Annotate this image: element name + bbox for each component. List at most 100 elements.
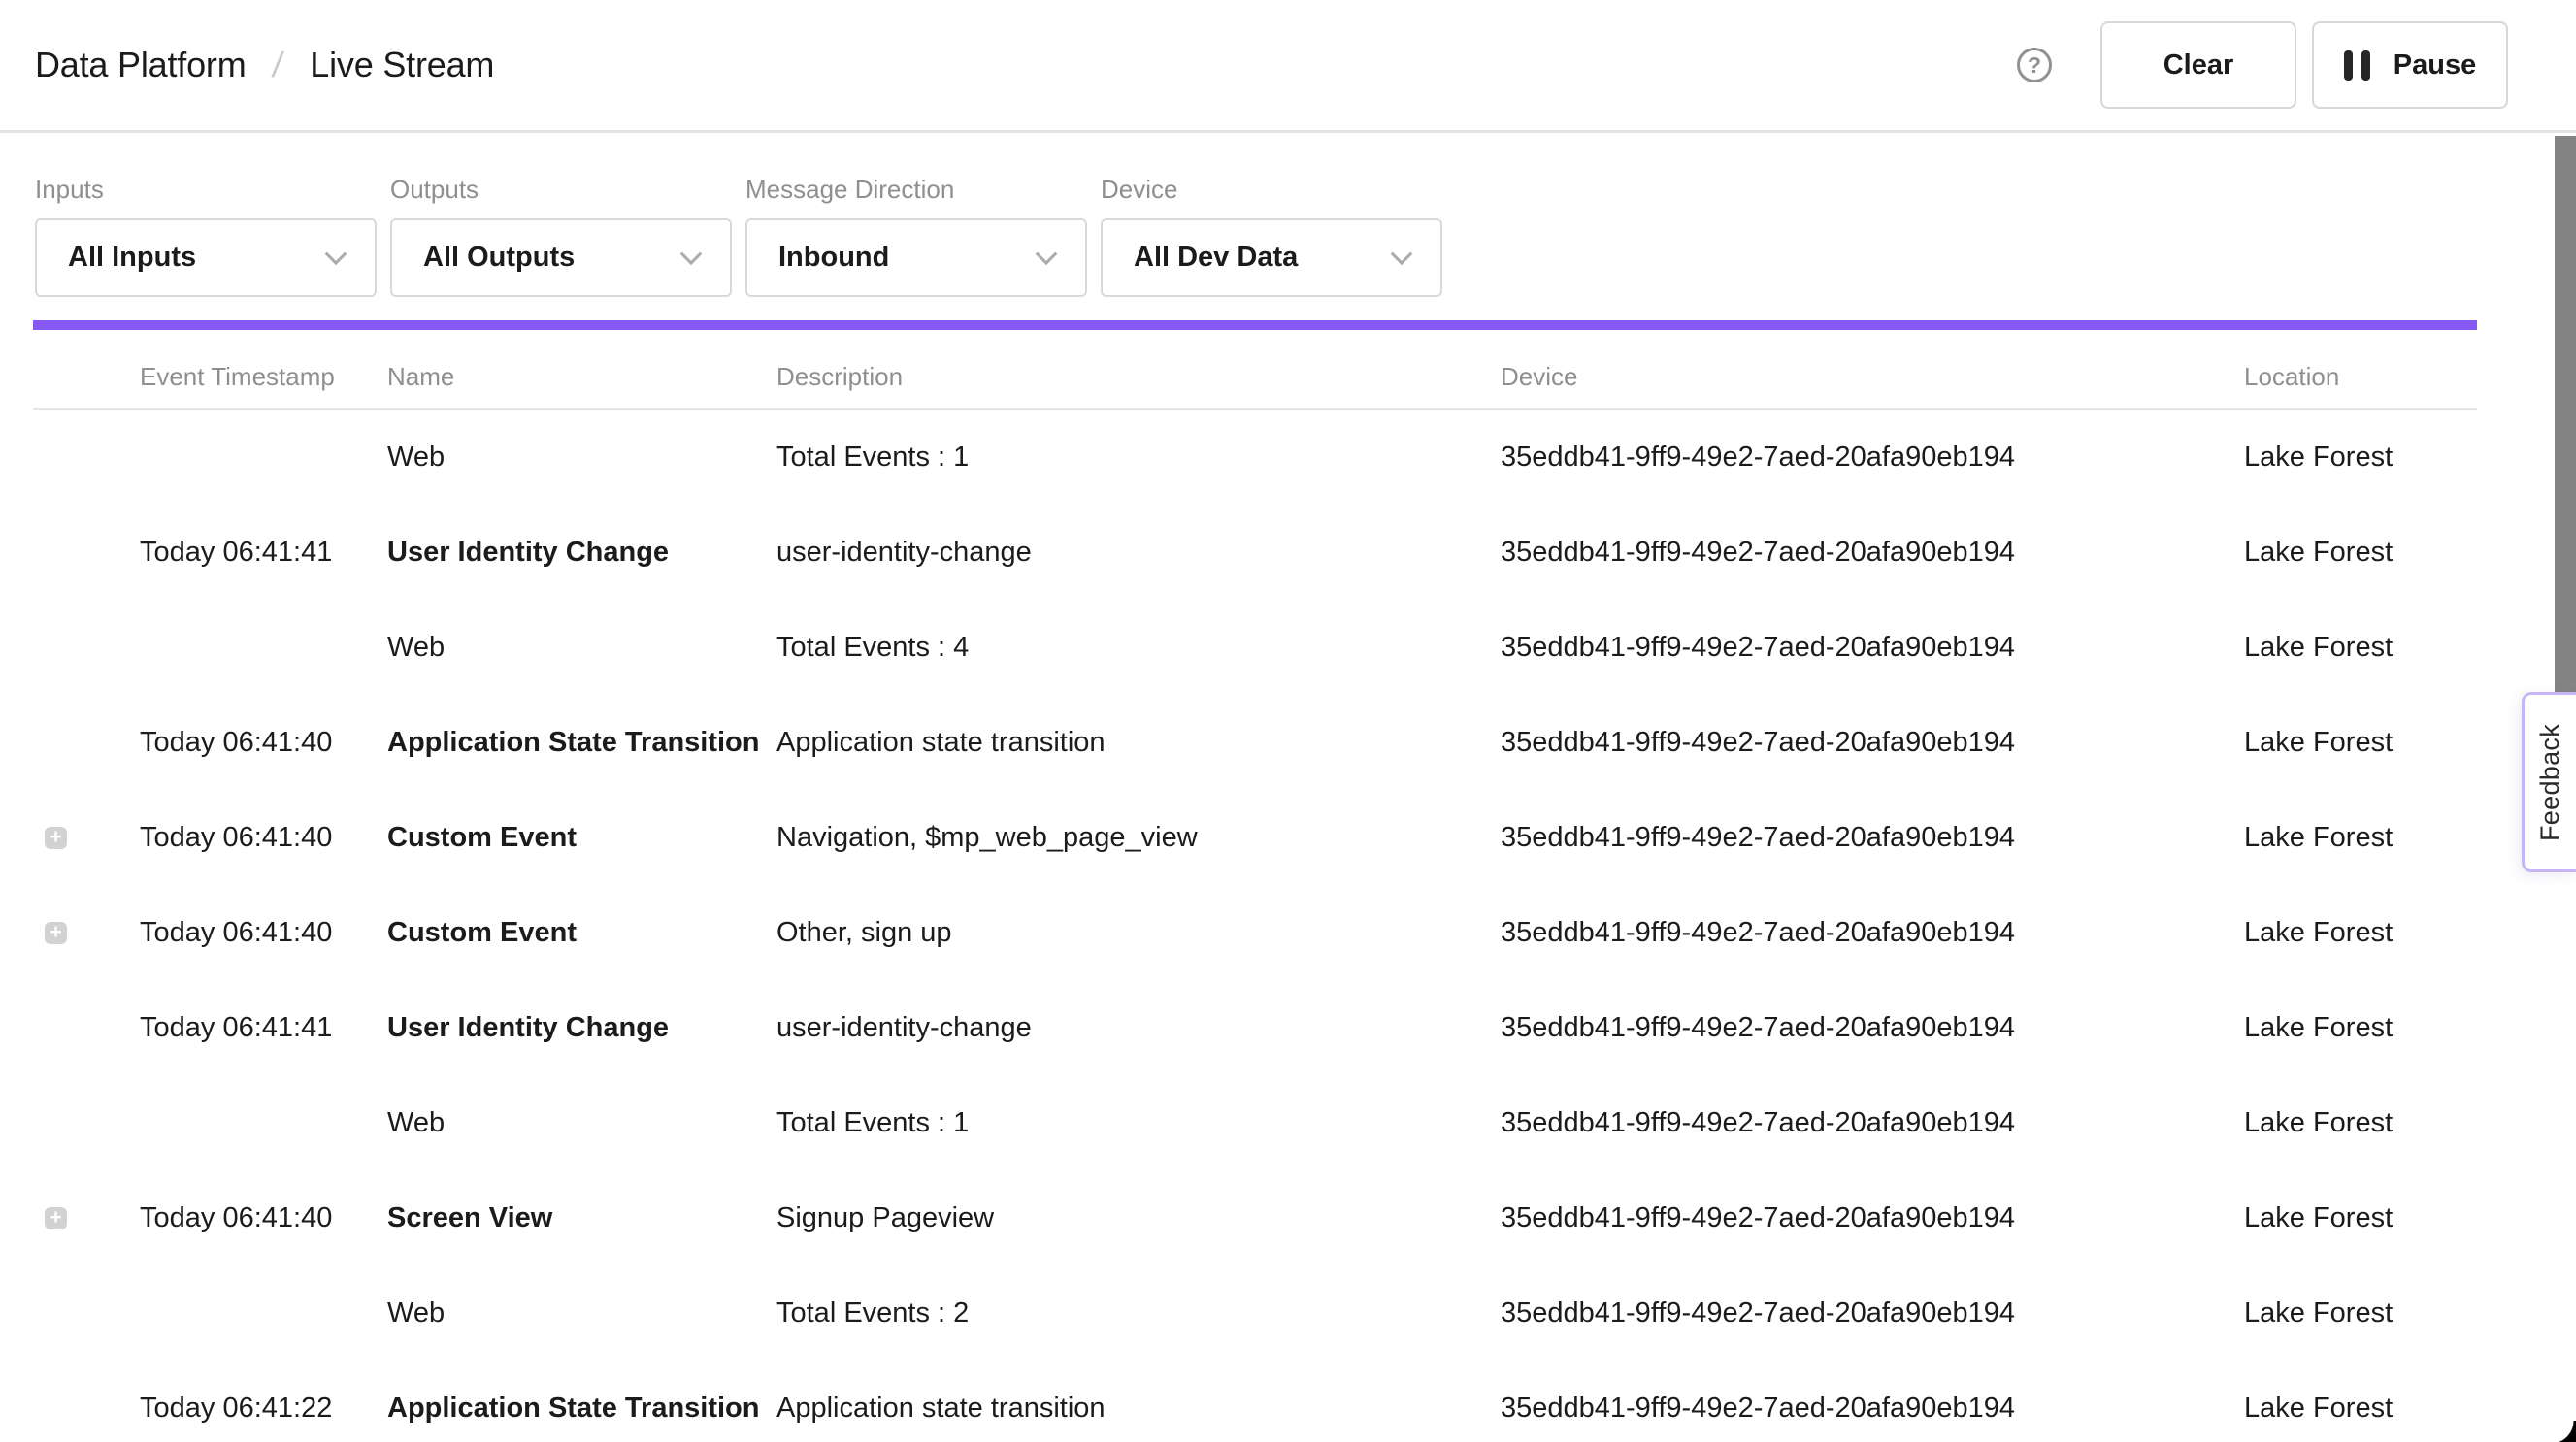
event-location: Lake Forest: [2244, 537, 2477, 569]
message-direction-dropdown-value: Inbound: [778, 242, 1039, 274]
event-name: Custom Event: [387, 822, 776, 854]
event-description: Application state transition: [776, 727, 1501, 759]
inputs-dropdown-value: All Inputs: [68, 242, 328, 274]
event-timestamp: Today 06:41:41: [140, 1012, 387, 1044]
column-header-name: Name: [387, 362, 776, 392]
chevron-down-icon: [325, 243, 347, 265]
event-name: Custom Event: [387, 917, 776, 949]
expand-plus-icon[interactable]: [45, 827, 67, 849]
column-header-description: Description: [776, 362, 1501, 392]
event-name: User Identity Change: [387, 1012, 776, 1044]
filter-message-direction-label: Message Direction: [745, 174, 1087, 205]
table-row[interactable]: Today 06:41:41 User Identity Change user…: [33, 505, 2477, 600]
table-row[interactable]: Today 06:41:22 Application State Transit…: [33, 1360, 2477, 1442]
event-device: 35eddb41-9ff9-49e2-7aed-20afa90eb194: [1501, 1297, 2244, 1329]
event-description: Total Events : 1: [776, 1107, 1501, 1139]
pause-button[interactable]: Pause: [2312, 21, 2508, 109]
event-description: Other, sign up: [776, 917, 1501, 949]
live-stream-table: Event Timestamp Name Description Device …: [33, 330, 2477, 1442]
screen-corner-decoration: [2551, 1421, 2576, 1442]
device-dropdown[interactable]: All Dev Data: [1101, 218, 1442, 297]
event-device: 35eddb41-9ff9-49e2-7aed-20afa90eb194: [1501, 442, 2244, 474]
table-row[interactable]: Today 06:41:40 Screen View Signup Pagevi…: [33, 1170, 2477, 1265]
chevron-down-icon: [1036, 243, 1058, 265]
event-timestamp: Today 06:41:41: [140, 537, 387, 569]
event-timestamp: Today 06:41:22: [140, 1393, 387, 1425]
event-device: 35eddb41-9ff9-49e2-7aed-20afa90eb194: [1501, 1393, 2244, 1425]
event-description: Total Events : 2: [776, 1297, 1501, 1329]
column-header-timestamp: Event Timestamp: [140, 362, 387, 392]
event-name: Application State Transition: [387, 727, 776, 759]
event-device: 35eddb41-9ff9-49e2-7aed-20afa90eb194: [1501, 1202, 2244, 1234]
event-location: Lake Forest: [2244, 1393, 2477, 1425]
event-device: 35eddb41-9ff9-49e2-7aed-20afa90eb194: [1501, 727, 2244, 759]
event-name: Screen View: [387, 1202, 776, 1234]
filter-inputs: Inputs All Inputs: [35, 174, 377, 297]
filter-message-direction: Message Direction Inbound: [745, 174, 1087, 297]
event-device: 35eddb41-9ff9-49e2-7aed-20afa90eb194: [1501, 537, 2244, 569]
table-header-row: Event Timestamp Name Description Device …: [33, 330, 2477, 410]
help-icon[interactable]: ?: [2017, 48, 2052, 82]
event-timestamp: Today 06:41:40: [140, 917, 387, 949]
event-location: Lake Forest: [2244, 822, 2477, 854]
expand-plus-icon[interactable]: [45, 1207, 67, 1229]
table-row[interactable]: Web Total Events : 1 35eddb41-9ff9-49e2-…: [33, 410, 2477, 505]
event-name: Web: [387, 1107, 776, 1139]
pause-icon: [2344, 50, 2370, 81]
filter-device-label: Device: [1101, 174, 1442, 205]
table-row[interactable]: Web Total Events : 1 35eddb41-9ff9-49e2-…: [33, 1075, 2477, 1170]
event-location: Lake Forest: [2244, 442, 2477, 474]
event-location: Lake Forest: [2244, 1202, 2477, 1234]
event-description: Signup Pageview: [776, 1202, 1501, 1234]
scrollbar-thumb[interactable]: [2555, 136, 2576, 694]
feedback-tab-label: Feedback: [2535, 724, 2565, 841]
event-name: User Identity Change: [387, 537, 776, 569]
filter-outputs: Outputs All Outputs: [390, 174, 732, 297]
event-description: Application state transition: [776, 1393, 1501, 1425]
event-location: Lake Forest: [2244, 632, 2477, 664]
event-device: 35eddb41-9ff9-49e2-7aed-20afa90eb194: [1501, 917, 2244, 949]
event-timestamp: Today 06:41:40: [140, 1202, 387, 1234]
outputs-dropdown[interactable]: All Outputs: [390, 218, 732, 297]
inputs-dropdown[interactable]: All Inputs: [35, 218, 377, 297]
pause-button-label: Pause: [2394, 49, 2476, 82]
column-header-device: Device: [1501, 362, 2244, 392]
event-description: user-identity-change: [776, 537, 1501, 569]
event-timestamp: Today 06:41:40: [140, 727, 387, 759]
breadcrumb-separator: /: [271, 45, 286, 85]
top-header: Data Platform / Live Stream ? Clear Paus…: [0, 0, 2576, 133]
device-dropdown-value: All Dev Data: [1134, 242, 1394, 274]
expand-plus-icon[interactable]: [45, 922, 67, 944]
event-name: Web: [387, 442, 776, 474]
chevron-down-icon: [1391, 243, 1413, 265]
event-location: Lake Forest: [2244, 917, 2477, 949]
event-name: Application State Transition: [387, 1393, 776, 1425]
filters-bar: Inputs All Inputs Outputs All Outputs Me…: [0, 133, 2576, 297]
table-row[interactable]: Web Total Events : 2 35eddb41-9ff9-49e2-…: [33, 1265, 2477, 1360]
breadcrumb: Data Platform / Live Stream: [35, 45, 494, 85]
table-row[interactable]: Today 06:41:40 Application State Transit…: [33, 695, 2477, 790]
page-title: Live Stream: [310, 45, 494, 85]
clear-button[interactable]: Clear: [2100, 21, 2296, 109]
stream-progress-bar: [33, 320, 2477, 330]
breadcrumb-section[interactable]: Data Platform: [35, 45, 246, 85]
event-name: Web: [387, 1297, 776, 1329]
event-location: Lake Forest: [2244, 1107, 2477, 1139]
event-description: Navigation, $mp_web_page_view: [776, 822, 1501, 854]
event-device: 35eddb41-9ff9-49e2-7aed-20afa90eb194: [1501, 632, 2244, 664]
event-timestamp: Today 06:41:40: [140, 822, 387, 854]
table-row[interactable]: Today 06:41:40 Custom Event Other, sign …: [33, 885, 2477, 980]
table-row[interactable]: Today 06:41:40 Custom Event Navigation, …: [33, 790, 2477, 885]
event-description: user-identity-change: [776, 1012, 1501, 1044]
message-direction-dropdown[interactable]: Inbound: [745, 218, 1087, 297]
filter-outputs-label: Outputs: [390, 174, 732, 205]
event-location: Lake Forest: [2244, 1297, 2477, 1329]
filter-device: Device All Dev Data: [1101, 174, 1442, 297]
feedback-tab[interactable]: Feedback: [2522, 692, 2576, 872]
filter-inputs-label: Inputs: [35, 174, 377, 205]
event-description: Total Events : 4: [776, 632, 1501, 664]
outputs-dropdown-value: All Outputs: [423, 242, 683, 274]
event-device: 35eddb41-9ff9-49e2-7aed-20afa90eb194: [1501, 1107, 2244, 1139]
table-row[interactable]: Today 06:41:41 User Identity Change user…: [33, 980, 2477, 1075]
table-row[interactable]: Web Total Events : 4 35eddb41-9ff9-49e2-…: [33, 600, 2477, 695]
